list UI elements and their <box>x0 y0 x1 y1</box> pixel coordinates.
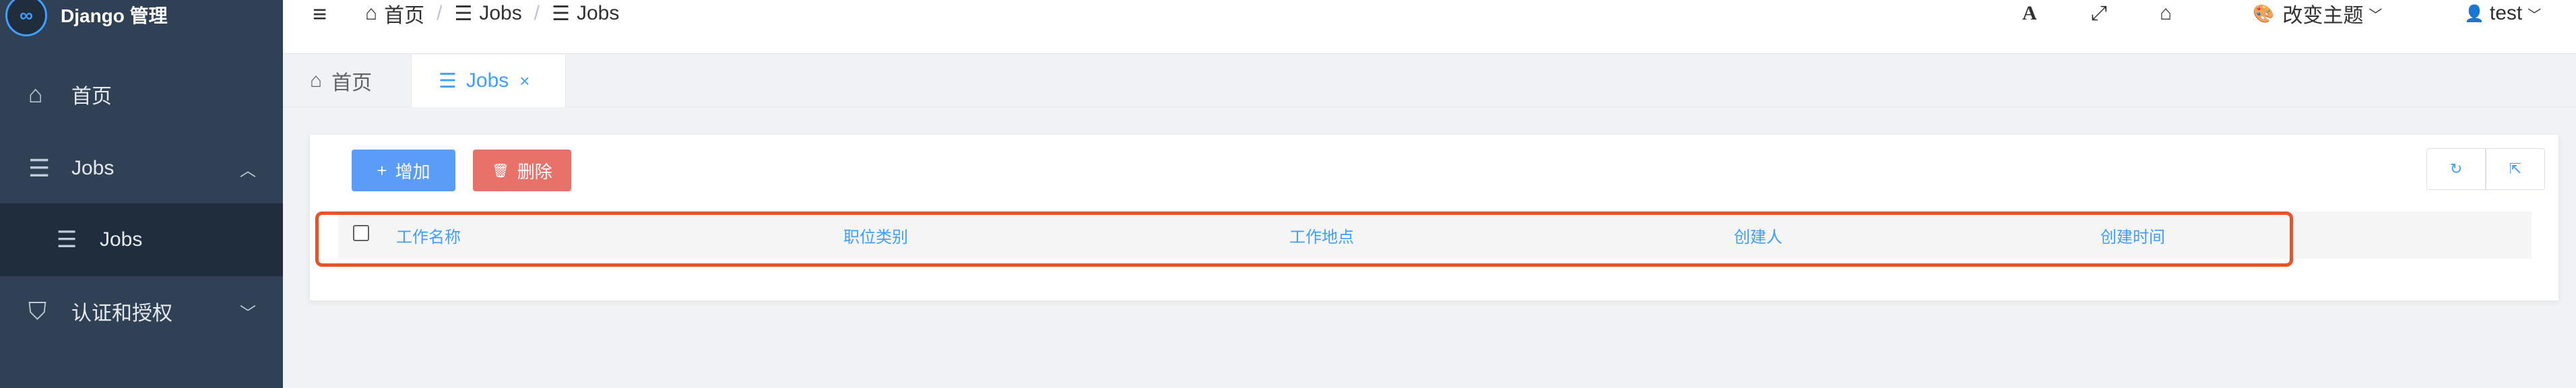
refresh-icon: ↻ <box>2449 160 2463 177</box>
theme-label: 改变主题 <box>2282 5 2364 27</box>
user-icon: 👤 <box>2464 4 2484 23</box>
sidebar: ∞ Django 管理 ⌂ 首页 ☰ Jobs ︿ ☰ Jobs ⛉ 认证和授权… <box>0 0 283 388</box>
tags-bar: ⌂ 首页 ☰ Jobs × <box>283 55 2576 107</box>
content-card: + 增加 🗑 删除 ↻ ⇱ 工作名称 职位类别 工作地点 创建人 创建时间 <box>310 135 2558 300</box>
brand-title: Django 管理 <box>61 5 168 26</box>
sidebar-item-auth[interactable]: ⛉ 认证和授权 ﹀ <box>0 275 283 348</box>
list-icon: ☰ <box>454 2 473 25</box>
sidebar-item-label: Jobs <box>100 228 143 251</box>
list-icon: ☰ <box>28 154 51 182</box>
fullscreen-icon[interactable]: ⤢ <box>2091 0 2107 27</box>
column-header-created-time[interactable]: 创建时间 <box>2100 212 2165 259</box>
shield-icon: ⛉ <box>28 296 47 325</box>
export-icon: ⇱ <box>2509 160 2522 177</box>
sidebar-item-jobs[interactable]: ☰ Jobs ︿ <box>0 132 283 205</box>
add-button[interactable]: + 增加 <box>352 150 455 191</box>
breadcrumb-item-home[interactable]: 首页 <box>384 0 424 28</box>
breadcrumb: ⌂ 首页 / ☰ Jobs / ☰ Jobs <box>365 0 619 27</box>
home-icon: ⌂ <box>365 2 378 24</box>
breadcrumb-separator: / <box>534 2 540 24</box>
breadcrumb-separator: / <box>437 2 443 24</box>
list-icon: ☰ <box>552 2 570 25</box>
trash-icon: 🗑 <box>492 163 509 179</box>
brand[interactable]: ∞ Django 管理 <box>0 0 283 36</box>
close-icon[interactable]: × <box>519 71 529 92</box>
delete-button[interactable]: 🗑 删除 <box>473 150 571 191</box>
select-all-checkbox[interactable] <box>353 225 369 241</box>
list-icon: ☰ <box>57 227 77 253</box>
username: test <box>2489 2 2523 24</box>
home-icon: ⌂ <box>310 69 323 92</box>
sidebar-item-label: Jobs <box>71 157 115 179</box>
tab-jobs[interactable]: ☰ Jobs × <box>411 55 566 107</box>
breadcrumb-item-jobs[interactable]: Jobs <box>479 2 521 25</box>
tab-label: 首页 <box>331 72 373 94</box>
tab-label: Jobs <box>465 69 509 92</box>
column-header-job-location[interactable]: 工作地点 <box>1289 212 1354 259</box>
home-icon: ⌂ <box>28 80 43 108</box>
sidebar-item-home[interactable]: ⌂ 首页 <box>0 58 283 131</box>
refresh-button[interactable]: ↻ <box>2426 148 2486 190</box>
user-dropdown[interactable]: 👤 test ﹀ <box>2464 0 2541 27</box>
hamburger-menu-icon[interactable]: ≡ <box>313 0 327 28</box>
sidebar-subitem-jobs[interactable]: ☰ Jobs <box>0 203 283 276</box>
top-navbar: ≡ ⌂ 首页 / ☰ Jobs / ☰ Jobs A ⤢ ⌂ 🎨 改变主题 ﹀ … <box>283 0 2576 54</box>
theme-dropdown[interactable]: 🎨 改变主题 ﹀ <box>2253 0 2383 28</box>
home-icon[interactable]: ⌂ <box>2160 0 2172 27</box>
plus-icon: + <box>377 160 387 181</box>
chevron-down-icon: ﹀ <box>2527 7 2542 23</box>
brand-logo-icon: ∞ <box>5 0 47 36</box>
column-header-creator[interactable]: 创建人 <box>1734 212 1782 259</box>
font-size-icon[interactable]: A <box>2022 0 2037 27</box>
palette-icon: 🎨 <box>2253 3 2275 24</box>
breadcrumb-item-current: Jobs <box>577 2 620 24</box>
column-header-job-name[interactable]: 工作名称 <box>396 212 461 259</box>
export-button[interactable]: ⇱ <box>2486 148 2545 190</box>
chevron-down-icon: ﹀ <box>2369 7 2383 23</box>
list-icon: ☰ <box>439 69 457 92</box>
sidebar-item-label: 首页 <box>71 86 112 108</box>
add-button-label: 增加 <box>395 161 430 182</box>
delete-button-label: 删除 <box>517 161 552 182</box>
sidebar-item-label: 认证和授权 <box>71 302 172 325</box>
table-header: 工作名称 职位类别 工作地点 创建人 创建时间 <box>338 212 2532 259</box>
chevron-down-icon: ﹀ <box>240 304 256 323</box>
column-header-job-category[interactable]: 职位类别 <box>843 212 908 259</box>
tab-home[interactable]: ⌂ 首页 <box>283 55 411 107</box>
chevron-up-icon: ︿ <box>240 161 256 180</box>
